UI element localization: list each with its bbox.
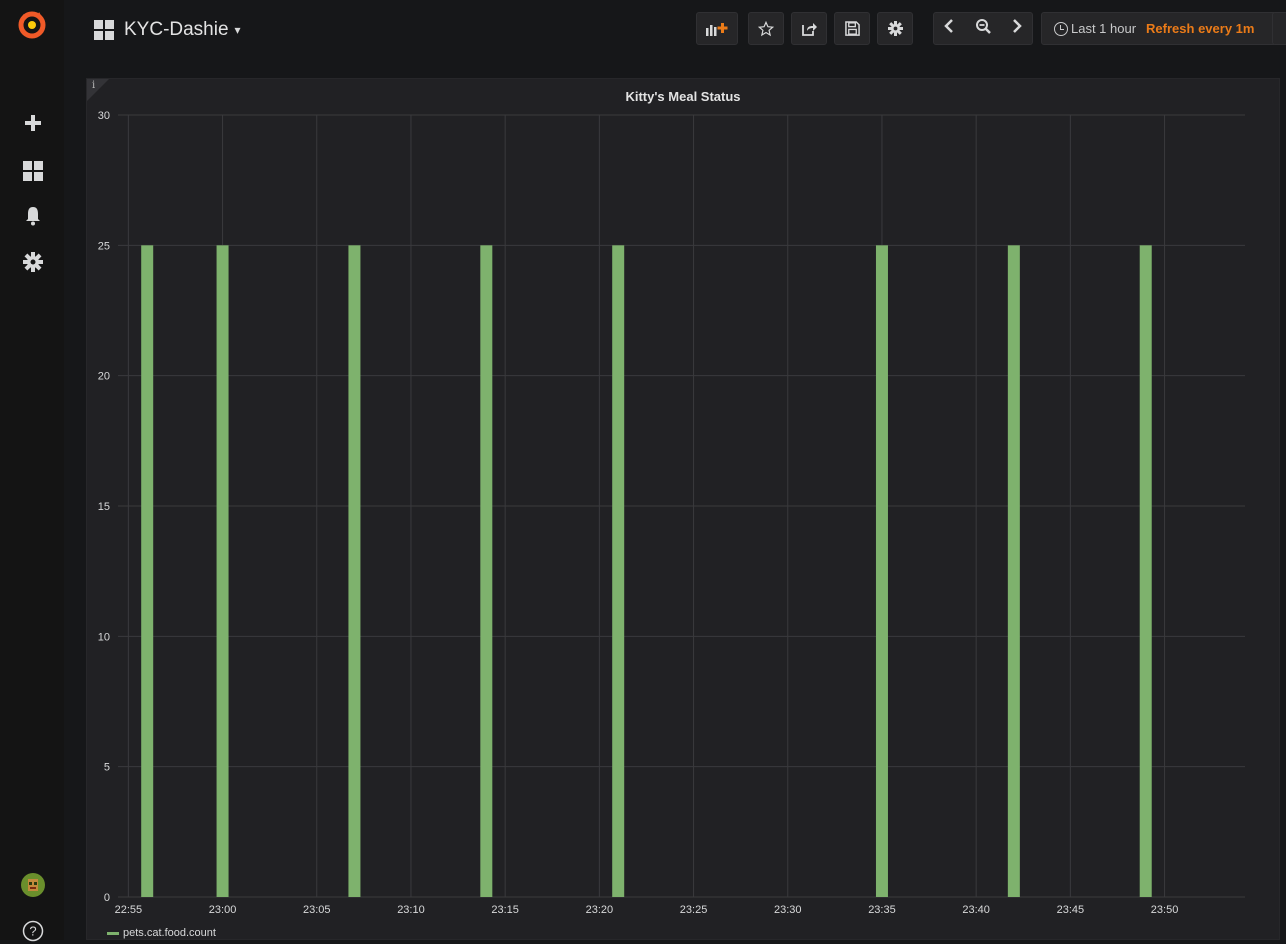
- x-tick-label: 23:15: [491, 904, 519, 916]
- time-picker[interactable]: Last 1 hour Refresh every 1m: [1041, 12, 1277, 45]
- graph-chart[interactable]: 0 5 10 15 20 25 30 22:55 23:00 23:05 23:10 23:15 23:…: [87, 79, 1281, 941]
- zoom-out-icon[interactable]: [975, 18, 991, 39]
- chart-bar: [141, 245, 154, 898]
- dashboard-picker[interactable]: KYC-Dashie ▾: [94, 12, 241, 48]
- add-panel-icon: [706, 22, 728, 36]
- x-tick-label: 23:50: [1151, 904, 1179, 916]
- x-tick-label: 23:10: [397, 904, 425, 916]
- y-tick-label: 20: [98, 371, 110, 383]
- legend-series-name: pets.cat.food.count: [123, 927, 216, 939]
- chart-bar: [1139, 245, 1152, 898]
- time-navigation: [933, 12, 1033, 45]
- x-tick-label: 23:00: [209, 904, 237, 916]
- help-icon[interactable]: ?: [20, 918, 46, 944]
- graph-panel: i Kitty's Meal Status 0 5 10 15 20 25 30 22:55 2…: [86, 78, 1280, 940]
- share-button[interactable]: [791, 12, 827, 45]
- refresh-interval-label: Refresh every 1m: [1146, 21, 1255, 36]
- clock-icon: [1054, 21, 1068, 36]
- y-tick-label: 5: [104, 762, 110, 774]
- save-icon: [844, 21, 860, 36]
- bell-icon[interactable]: [20, 203, 46, 229]
- x-tick-label: 23:20: [586, 904, 614, 916]
- refresh-button[interactable]: [1272, 12, 1286, 45]
- save-button[interactable]: [834, 12, 870, 45]
- navbar: KYC-Dashie ▾ Last 1 hour Refresh every 1…: [64, 0, 1286, 60]
- plus-icon[interactable]: [20, 110, 46, 136]
- caret-down-icon: ▾: [234, 23, 241, 37]
- chart-bar: [612, 245, 625, 898]
- user-avatar[interactable]: [20, 872, 46, 898]
- star-icon: [758, 20, 774, 36]
- star-button[interactable]: [748, 12, 784, 45]
- x-tick-label: 23:05: [303, 904, 331, 916]
- add-panel-button[interactable]: [696, 12, 738, 45]
- y-tick-label: 10: [98, 631, 110, 643]
- time-range-label: Last 1 hour: [1071, 21, 1137, 36]
- x-tick-label: 23:25: [680, 904, 708, 916]
- x-tick-label: 23:40: [962, 904, 990, 916]
- chart-bar: [1007, 245, 1020, 898]
- gear-icon: [887, 21, 903, 36]
- chevron-right-icon[interactable]: [1012, 19, 1022, 38]
- side-menu: ?: [0, 0, 64, 942]
- share-icon: [802, 22, 817, 36]
- y-tick-label: 25: [98, 240, 110, 252]
- y-tick-label: 15: [98, 501, 110, 513]
- chart-bar: [875, 245, 888, 898]
- grafana-logo[interactable]: [17, 9, 47, 39]
- x-tick-label: 23:45: [1057, 904, 1085, 916]
- dashboard-title: KYC-Dashie: [124, 19, 229, 40]
- settings-button[interactable]: [877, 12, 913, 45]
- chart-bar: [348, 245, 361, 898]
- chevron-left-icon[interactable]: [944, 19, 954, 38]
- y-tick-label: 0: [104, 892, 110, 904]
- x-tick-label: 23:30: [774, 904, 802, 916]
- chart-bar: [216, 245, 229, 898]
- chart-bar: [480, 245, 493, 898]
- dashboards-icon: [94, 20, 114, 40]
- dashboards-icon[interactable]: [20, 158, 46, 184]
- legend-swatch: [107, 931, 119, 935]
- svg-text:?: ?: [29, 924, 36, 939]
- x-tick-label: 22:55: [115, 904, 143, 916]
- x-tick-label: 23:35: [868, 904, 896, 916]
- legend-item[interactable]: pets.cat.food.count: [107, 927, 216, 939]
- y-tick-label: 30: [98, 110, 110, 122]
- gear-icon[interactable]: [20, 249, 46, 275]
